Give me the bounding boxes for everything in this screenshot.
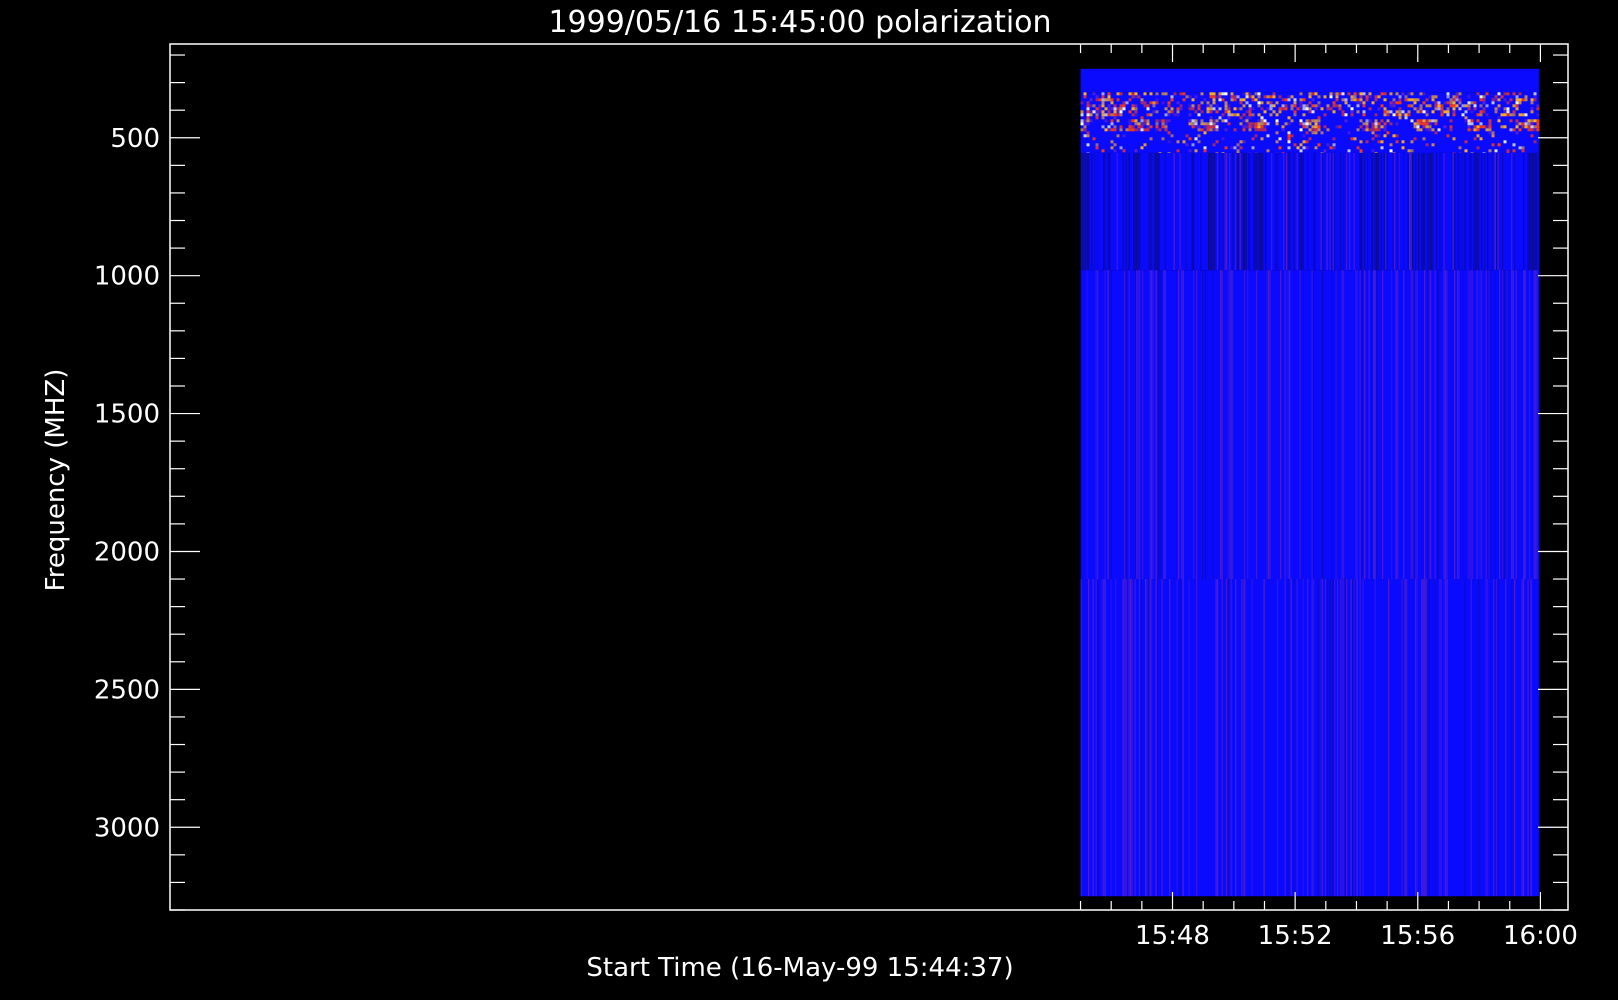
heatmap-image [1080,68,1540,897]
band-blank-top [1080,68,1539,93]
polarization-spectrogram: 1999/05/16 15:45:00 polarization 15:48 15… [0,0,1618,1000]
y-tick-label: 500 [110,124,160,154]
x-tick-label: 15:48 [1135,921,1210,951]
band-blank-top-base [1080,68,1539,93]
band-noisy-burst [1080,92,1540,156]
chart-title: 1999/05/16 15:45:00 polarization [548,5,1051,40]
y-tick-label: 1000 [94,262,160,292]
x-tick-label: 15:52 [1258,921,1333,951]
y-tick-label: 2000 [94,537,160,567]
band-blue-striped-low [1080,579,1539,897]
y-tick-label: 2500 [94,675,160,705]
band-blue-striped-mid [1080,270,1539,580]
y-axis-label: Frequency (MHZ) [41,369,71,592]
x-axis-label: Start Time (16-May-99 15:44:37) [586,953,1013,983]
x-tick-label: 15:56 [1380,921,1455,951]
y-tick-label: 1500 [94,400,160,430]
band-dark-striped [1080,152,1539,271]
y-tick-label: 3000 [94,813,160,843]
x-tick-label: 16:00 [1503,921,1578,951]
